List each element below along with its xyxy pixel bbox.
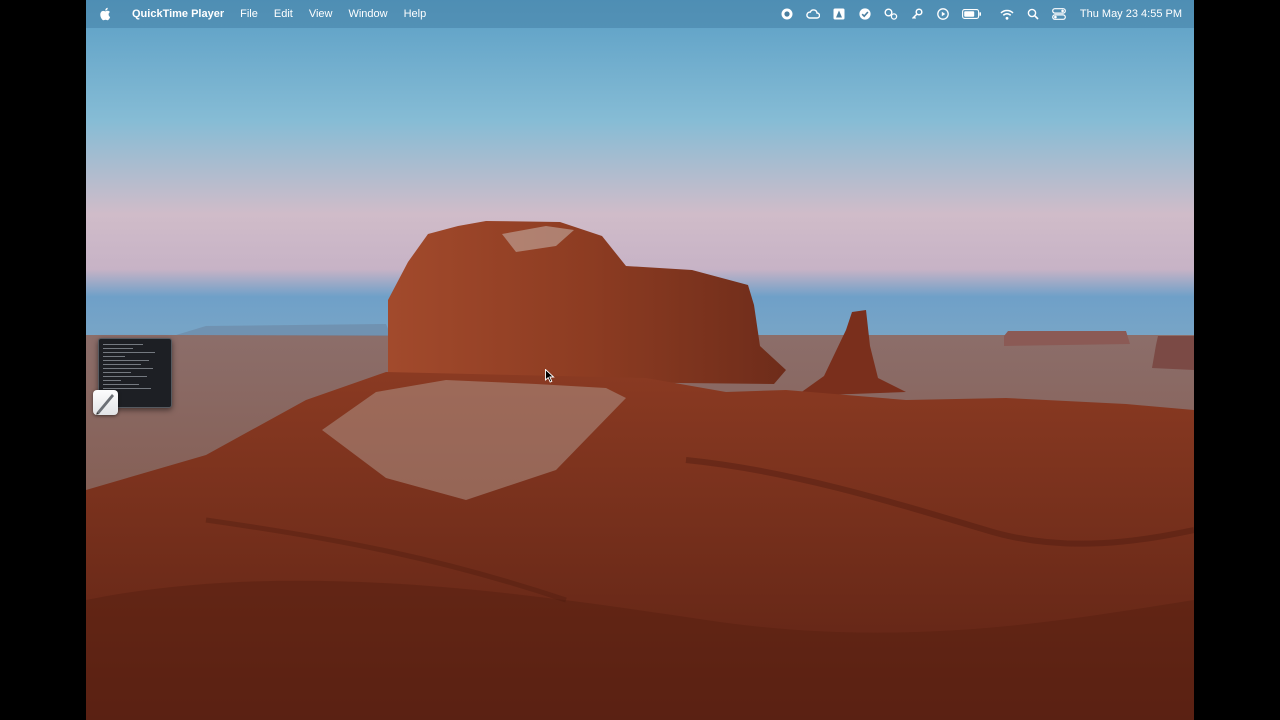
menu-help[interactable]: Help xyxy=(396,0,435,28)
battery-icon[interactable] xyxy=(961,7,982,21)
cloud-icon[interactable] xyxy=(806,7,820,21)
menu-view[interactable]: View xyxy=(301,0,341,28)
key-icon[interactable] xyxy=(910,7,924,21)
font-app-icon[interactable] xyxy=(832,7,846,21)
check-icon[interactable] xyxy=(858,7,872,21)
app-menu-quicktime[interactable]: QuickTime Player xyxy=(124,0,232,28)
menu-window[interactable]: Window xyxy=(340,0,395,28)
menu-file[interactable]: File xyxy=(232,0,266,28)
screen-record-icon[interactable] xyxy=(780,7,794,21)
control-center-icon[interactable] xyxy=(1051,7,1066,21)
menu-bar: QuickTime Player File Edit View Window H… xyxy=(86,0,1194,28)
spotlight-search-icon[interactable] xyxy=(1026,7,1040,21)
wifi-icon[interactable] xyxy=(1000,7,1014,21)
play-circle-icon[interactable] xyxy=(936,7,950,21)
textedit-app-icon[interactable] xyxy=(93,390,118,415)
apple-menu-icon[interactable] xyxy=(100,7,112,21)
menu-edit[interactable]: Edit xyxy=(266,0,301,28)
gears-icon[interactable] xyxy=(884,7,898,21)
desktop-wallpaper xyxy=(86,0,1194,720)
mouse-pointer-icon xyxy=(545,368,555,383)
menubar-clock[interactable]: Thu May 23 4:55 PM xyxy=(1080,8,1182,20)
desktop-screen: QuickTime Player File Edit View Window H… xyxy=(86,0,1194,720)
